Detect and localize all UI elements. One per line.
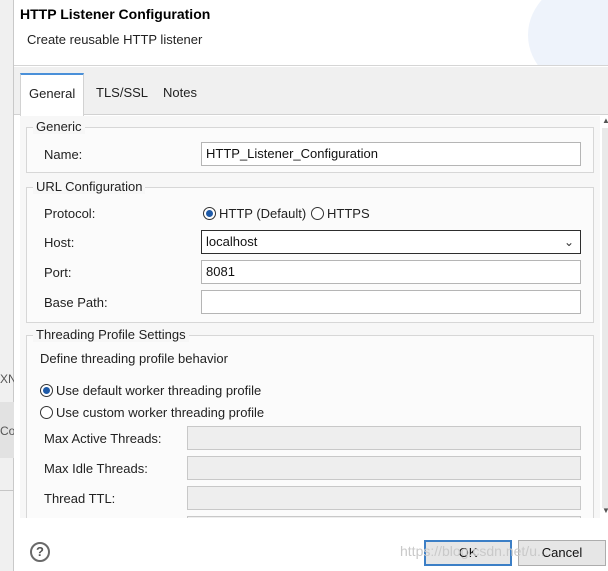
name-label: Name: [44, 147, 83, 162]
background-text: Co [0, 424, 14, 438]
tab-tls-ssl[interactable]: TLS/SSL [88, 73, 156, 115]
protocol-https-radio[interactable]: HTTPS [311, 206, 370, 221]
tab-bar: General TLS/SSL Notes [14, 67, 608, 116]
threading-profile-group: Threading Profile Settings Define thread… [26, 327, 594, 518]
scroll-up-icon[interactable]: ▲ [602, 116, 608, 125]
dialog-subtitle: Create reusable HTTP listener [27, 32, 203, 47]
scroll-down-icon[interactable]: ▼ [602, 506, 608, 515]
port-field[interactable]: 8081 [201, 260, 581, 284]
tab-general[interactable]: General [20, 73, 85, 116]
radio-unselected-icon [40, 406, 53, 419]
host-combobox[interactable]: localhost ⌄ [201, 230, 581, 254]
protocol-https-label: HTTPS [327, 206, 370, 221]
background-text: XN [0, 372, 14, 386]
generic-group: Generic Name: HTTP_Listener_Configuratio… [26, 119, 594, 173]
host-value: localhost [206, 234, 258, 249]
protocol-label: Protocol: [44, 206, 96, 221]
thread-ttl-field [187, 486, 581, 510]
vertical-scrollbar[interactable]: ▲ ▼ [602, 116, 608, 518]
radio-selected-icon [203, 207, 216, 220]
max-idle-threads-field [187, 456, 581, 480]
help-icon[interactable]: ? [30, 542, 50, 562]
default-threading-radio[interactable]: Use default worker threading profile [40, 383, 261, 398]
host-label: Host: [44, 235, 75, 250]
scrollbar-thumb[interactable] [602, 128, 608, 508]
background-window [0, 0, 14, 571]
protocol-http-label: HTTP (Default) [219, 206, 307, 221]
tab-content-general: Generic Name: HTTP_Listener_Configuratio… [20, 116, 600, 518]
dialog-title: HTTP Listener Configuration [20, 6, 211, 22]
url-configuration-group: URL Configuration Protocol: HTTP (Defaul… [26, 179, 594, 323]
generic-group-title: Generic [33, 119, 85, 134]
max-active-threads-field [187, 426, 581, 450]
watermark-text: https://blog.csdn.net/u... [400, 543, 549, 559]
default-threading-label: Use default worker threading profile [56, 383, 262, 398]
protocol-http-radio[interactable]: HTTP (Default) [203, 206, 306, 221]
http-listener-dialog: HTTP Listener Configuration Create reusa… [14, 0, 608, 571]
port-label: Port: [44, 265, 72, 280]
custom-threading-label: Use custom worker threading profile [56, 405, 265, 420]
background-divider [0, 490, 14, 491]
threading-profile-title: Threading Profile Settings [33, 327, 189, 342]
threading-description: Define threading profile behavior [40, 351, 228, 366]
base-path-label: Base Path: [44, 295, 108, 310]
radio-selected-icon [40, 384, 53, 397]
base-path-field[interactable] [201, 290, 581, 314]
header-decoration [528, 0, 608, 65]
radio-unselected-icon [311, 207, 324, 220]
max-active-threads-label: Max Active Threads: [44, 431, 162, 446]
custom-threading-radio[interactable]: Use custom worker threading profile [40, 405, 264, 420]
max-idle-threads-label: Max Idle Threads: [44, 461, 148, 476]
chevron-down-icon[interactable]: ⌄ [564, 231, 574, 253]
url-configuration-title: URL Configuration [33, 179, 146, 194]
name-field[interactable]: HTTP_Listener_Configuration [201, 142, 581, 166]
next-disabled-field [187, 516, 581, 518]
thread-ttl-label: Thread TTL: [44, 491, 116, 506]
tab-notes[interactable]: Notes [155, 73, 205, 115]
dialog-footer: ? OK Cancel https://blog.csdn.net/u... [14, 519, 608, 571]
dialog-header: HTTP Listener Configuration Create reusa… [14, 0, 608, 66]
